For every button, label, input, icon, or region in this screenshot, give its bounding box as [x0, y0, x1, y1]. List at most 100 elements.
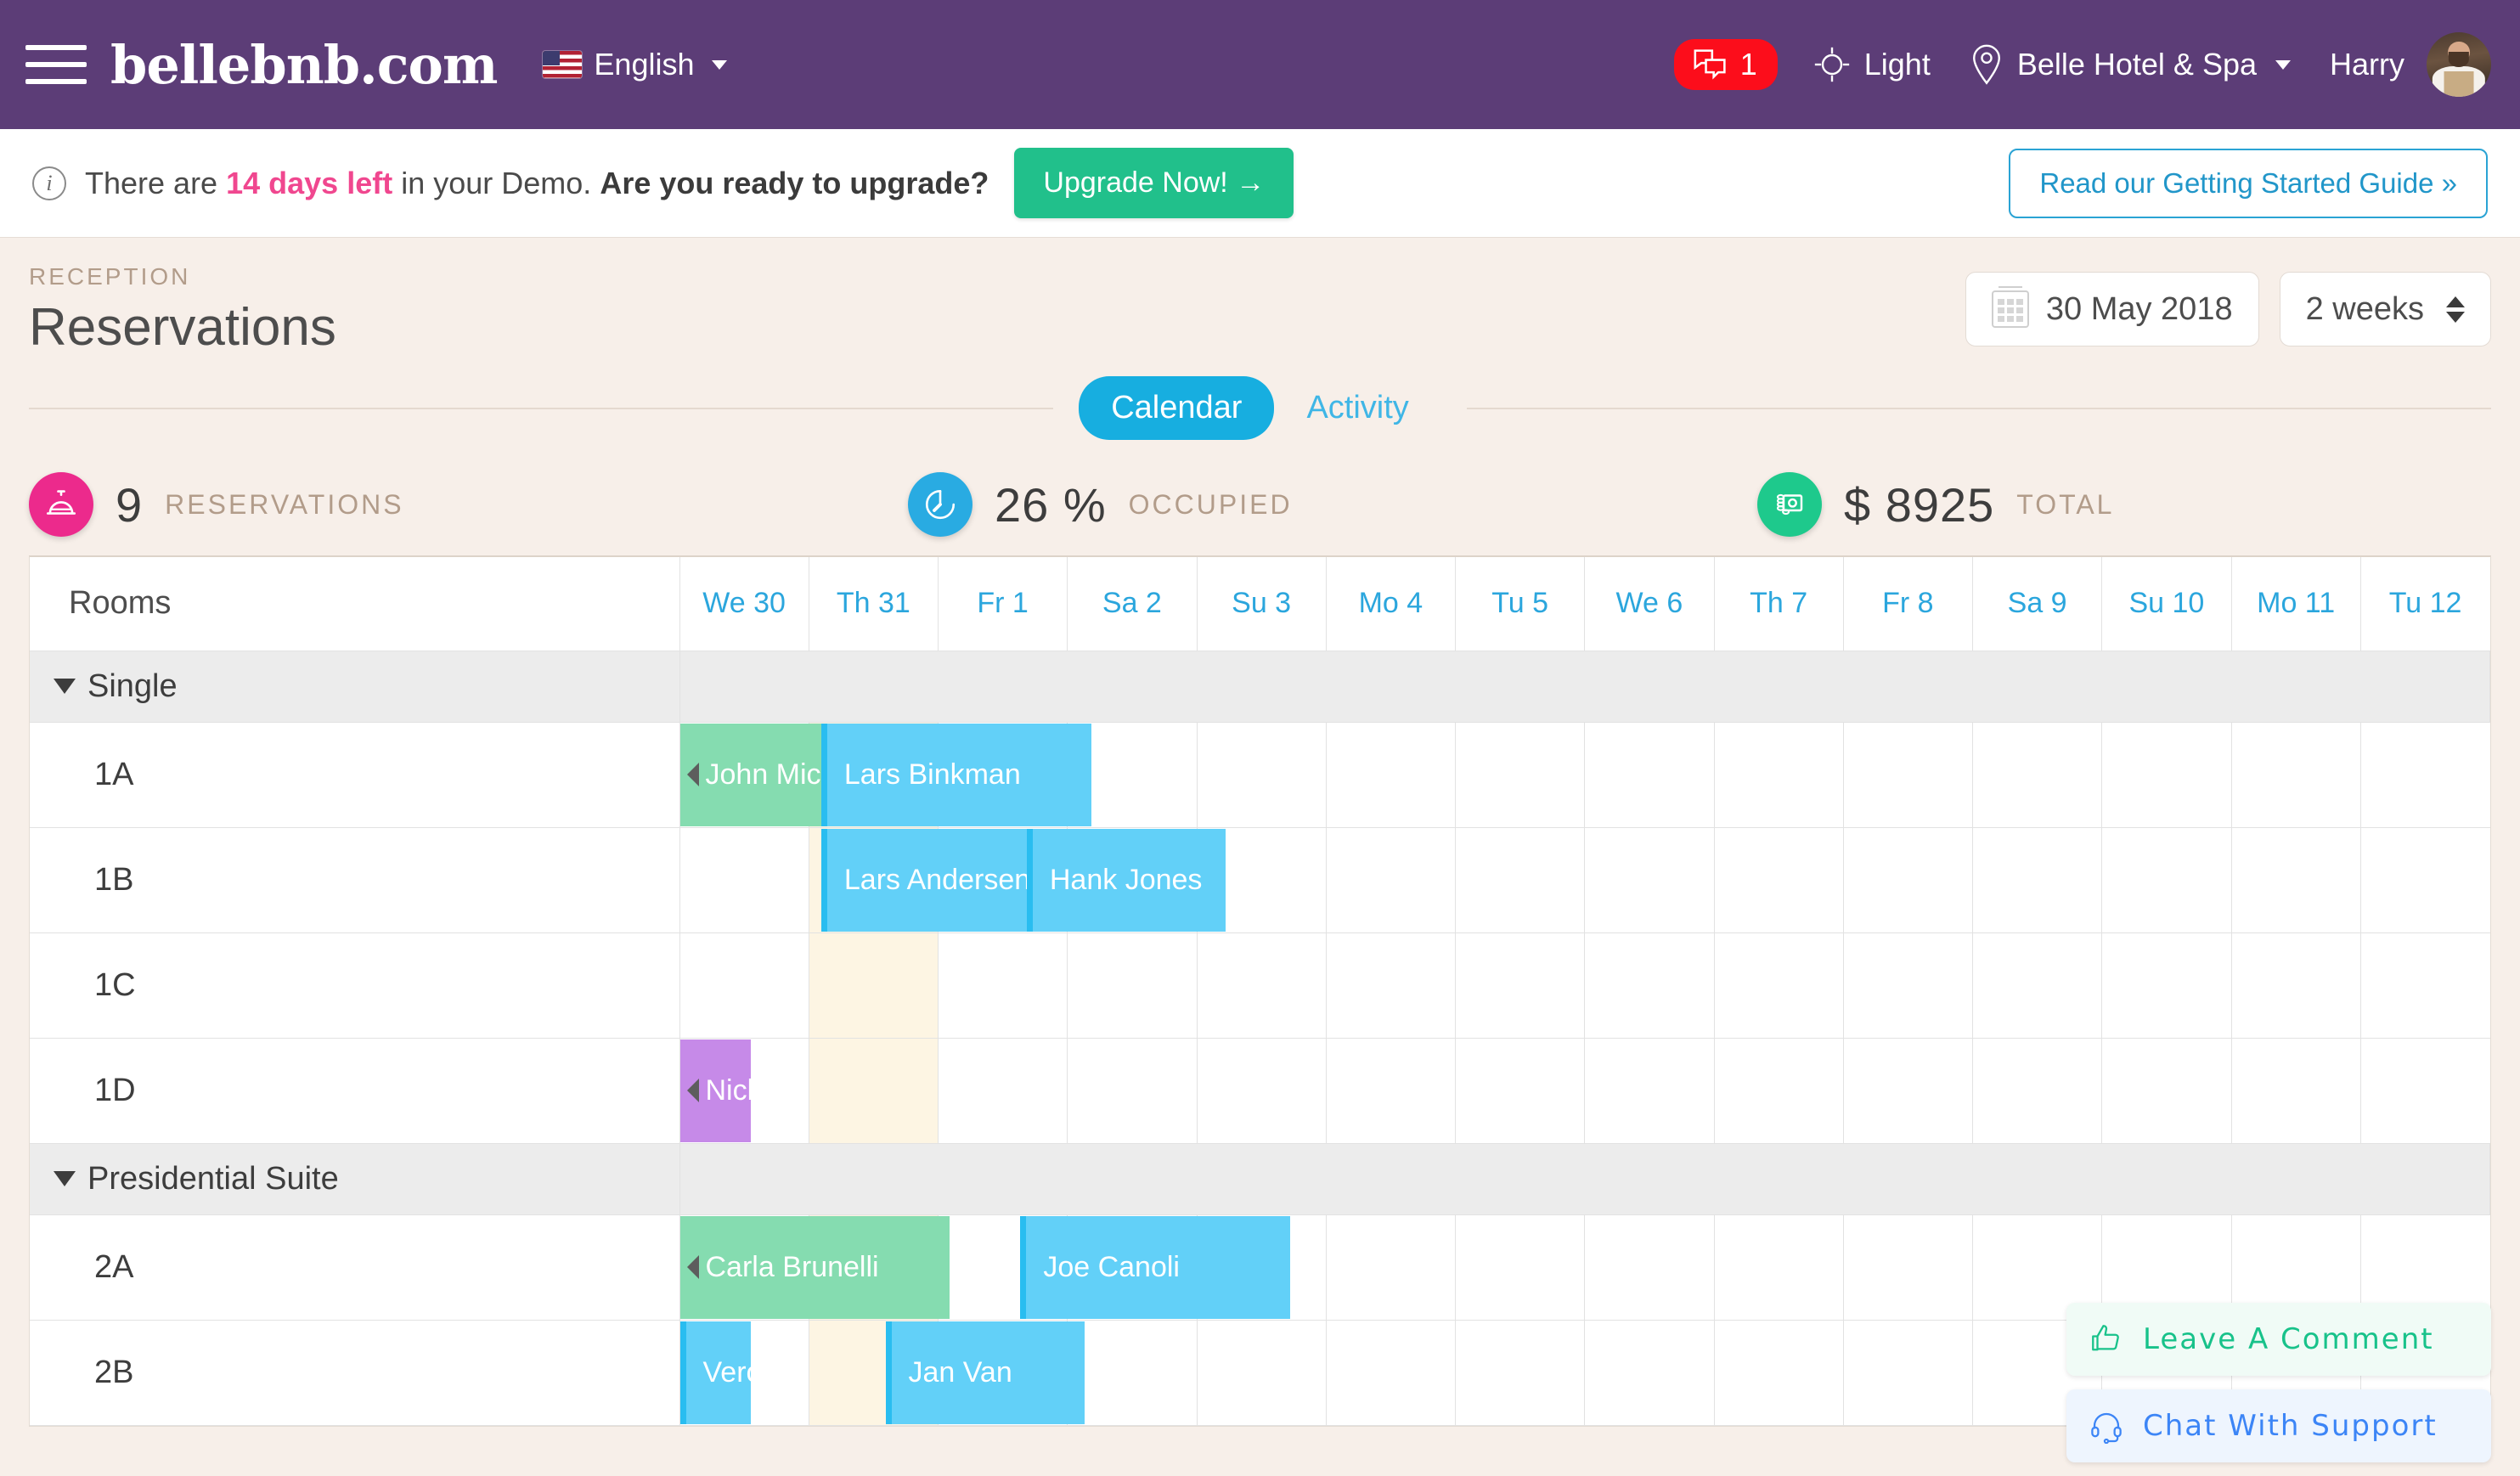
calendar-day-cell[interactable]	[1972, 932, 2103, 1039]
calendar-day-cell[interactable]	[1326, 1214, 1457, 1321]
room-group-row[interactable]: Single	[30, 650, 2490, 723]
calendar-day-cell[interactable]	[1067, 1037, 1198, 1144]
calendar-day-cell[interactable]	[1067, 932, 1198, 1039]
user-menu[interactable]: Harry	[2330, 47, 2404, 82]
calendar-day-cell[interactable]	[938, 932, 1068, 1039]
calendar-day-cell[interactable]	[679, 932, 809, 1039]
calendar-day-cell[interactable]: John Michael Ka Lars Binkman	[679, 721, 1091, 828]
avatar[interactable]	[2427, 32, 2491, 97]
reservation-bar[interactable]: John Michael Ka	[679, 723, 821, 826]
reservation-bar[interactable]: Nick Pa	[679, 1039, 751, 1142]
calendar-day-cell[interactable]	[1714, 1319, 1844, 1426]
leave-a-comment-button[interactable]: Leave A Comment	[2066, 1303, 2491, 1376]
chevron-down-icon	[711, 59, 727, 70]
room-group-name[interactable]: Single	[30, 650, 680, 723]
theme-toggle[interactable]: Light	[1813, 46, 1931, 83]
calendar-day-cell[interactable]	[1455, 1214, 1586, 1321]
calendar-day-cell[interactable]	[1714, 721, 1844, 828]
calendar-day-cell[interactable]	[2231, 826, 2361, 933]
calendar-day-cell[interactable]	[1584, 826, 1715, 933]
day-column-header: Mo 11	[2230, 557, 2361, 651]
calendar-day-cell[interactable]	[1584, 721, 1715, 828]
reservation-bar[interactable]: Lars Binkman	[820, 723, 1091, 826]
reservation-bar[interactable]: Lars Andersen	[820, 828, 1027, 932]
brand-logo[interactable]: bellebnb.com	[110, 34, 498, 96]
calendar-day-cell[interactable]	[2101, 826, 2232, 933]
calendar-day-cell[interactable]	[1972, 1037, 2103, 1144]
tab-activity[interactable]: Activity	[1274, 376, 1440, 440]
upgrade-now-button[interactable]: Upgrade Now! →	[1014, 148, 1294, 218]
calendar-day-cell[interactable]	[1714, 826, 1844, 933]
calendar-day-cell[interactable]: Nick Pa	[679, 1037, 809, 1144]
calendar-day-cell[interactable]	[2101, 932, 2232, 1039]
calendar-day-cell[interactable]	[1714, 1214, 1844, 1321]
calendar-day-cell[interactable]	[809, 932, 939, 1039]
calendar-day-cell[interactable]	[1197, 721, 1327, 828]
tab-calendar[interactable]: Calendar	[1079, 376, 1275, 440]
calendar-day-cell[interactable]	[1455, 1319, 1586, 1426]
reservation-bar[interactable]: Carla Brunelli	[679, 1215, 950, 1319]
calendar-day-cell[interactable]	[2360, 1037, 2490, 1144]
calendar-day-cell[interactable]	[2360, 721, 2490, 828]
reservation-bar[interactable]: Joe Canoli	[1020, 1215, 1290, 1319]
room-group-name[interactable]: Presidential Suite	[30, 1142, 680, 1215]
getting-started-guide-button[interactable]: Read our Getting Started Guide »	[2009, 148, 2488, 218]
calendar-day-cell[interactable]	[2231, 1037, 2361, 1144]
room-group-row[interactable]: Presidential Suite	[30, 1142, 2490, 1215]
calendar-day-cell[interactable]	[1714, 932, 1844, 1039]
calendar-day-cell[interactable]	[1197, 1037, 1327, 1144]
calendar-day-cell[interactable]	[1326, 932, 1457, 1039]
calendar-day-cell[interactable]	[1584, 1037, 1715, 1144]
calendar-day-cell[interactable]	[2360, 932, 2490, 1039]
calendar-day-cell[interactable]	[1455, 826, 1586, 933]
calendar-day-cell[interactable]	[1584, 932, 1715, 1039]
reservation-bar[interactable]: Veronic	[679, 1321, 751, 1424]
calendar-day-cell[interactable]	[938, 1037, 1068, 1144]
calendar-day-cell[interactable]	[1843, 1319, 1974, 1426]
calendar-day-cell[interactable]	[1197, 932, 1327, 1039]
calendar-day-cell[interactable]	[1972, 826, 2103, 933]
calendar-day-cell[interactable]: Lars Andersen Hank Jones	[679, 826, 1226, 933]
calendar-day-cell[interactable]	[1584, 1319, 1715, 1426]
calendar-day-cell[interactable]	[1843, 1037, 1974, 1144]
calendar-day-cell[interactable]	[2101, 1037, 2232, 1144]
calendar-day-cell[interactable]	[1326, 721, 1457, 828]
calendar-day-cell[interactable]	[1197, 1319, 1327, 1426]
calendar-day-cell[interactable]	[2101, 721, 2232, 828]
collapse-triangle-icon[interactable]	[54, 678, 76, 694]
hamburger-menu-icon[interactable]	[25, 45, 87, 84]
calendar-day-cell[interactable]	[2231, 721, 2361, 828]
calendar-day-cell[interactable]	[1584, 1214, 1715, 1321]
reservation-bar[interactable]: Hank Jones	[1026, 828, 1226, 932]
range-select[interactable]: 2 weeks	[2279, 272, 2491, 346]
messages-button[interactable]: 1	[1673, 39, 1778, 90]
calendar-day-cell[interactable]: Veronic Jan Van	[679, 1319, 1085, 1426]
calendar-day-cell[interactable]	[1455, 1037, 1586, 1144]
calendar-day-cell[interactable]	[1326, 826, 1457, 933]
calendar-day-cell[interactable]	[1714, 1037, 1844, 1144]
calendar-day-cell[interactable]	[1972, 721, 2103, 828]
calendar-day-cell[interactable]	[1843, 1214, 1974, 1321]
calendar-day-cell[interactable]	[1067, 1319, 1198, 1426]
calendar-day-cell[interactable]	[1843, 932, 1974, 1039]
calendar-day-cell[interactable]	[1326, 1319, 1457, 1426]
language-selector[interactable]: English	[543, 47, 727, 82]
calendar-day-cell[interactable]	[1843, 721, 1974, 828]
reservations-calendar: Rooms We 30 Th 31 Fr 1 Sa 2 Su 3 Mo 4 Tu 5 We 6…	[29, 555, 2491, 1427]
calendar-day-cell[interactable]	[1843, 826, 1974, 933]
calendar-day-cell[interactable]	[1455, 721, 1586, 828]
reservation-guest-name: Jan Van	[908, 1355, 1012, 1389]
calendar-day-cell[interactable]	[2360, 826, 2490, 933]
property-selector[interactable]: Belle Hotel & Spa	[1970, 44, 2291, 85]
day-column-header: Tu 5	[1454, 557, 1586, 651]
calendar-day-cell[interactable]: Carla Brunelli Joe Canoli	[679, 1214, 1290, 1321]
day-column-header: We 30	[679, 557, 809, 651]
calendar-day-cell[interactable]	[1455, 932, 1586, 1039]
calendar-day-cell[interactable]	[1326, 1037, 1457, 1144]
chat-with-support-button[interactable]: Chat With Support	[2066, 1389, 2491, 1462]
calendar-day-cell[interactable]	[809, 1037, 939, 1144]
calendar-day-cell[interactable]	[2231, 932, 2361, 1039]
collapse-triangle-icon[interactable]	[54, 1170, 76, 1186]
date-picker[interactable]: 30 May 2018	[1965, 272, 2259, 346]
reservation-bar[interactable]: Jan Van	[885, 1321, 1085, 1424]
